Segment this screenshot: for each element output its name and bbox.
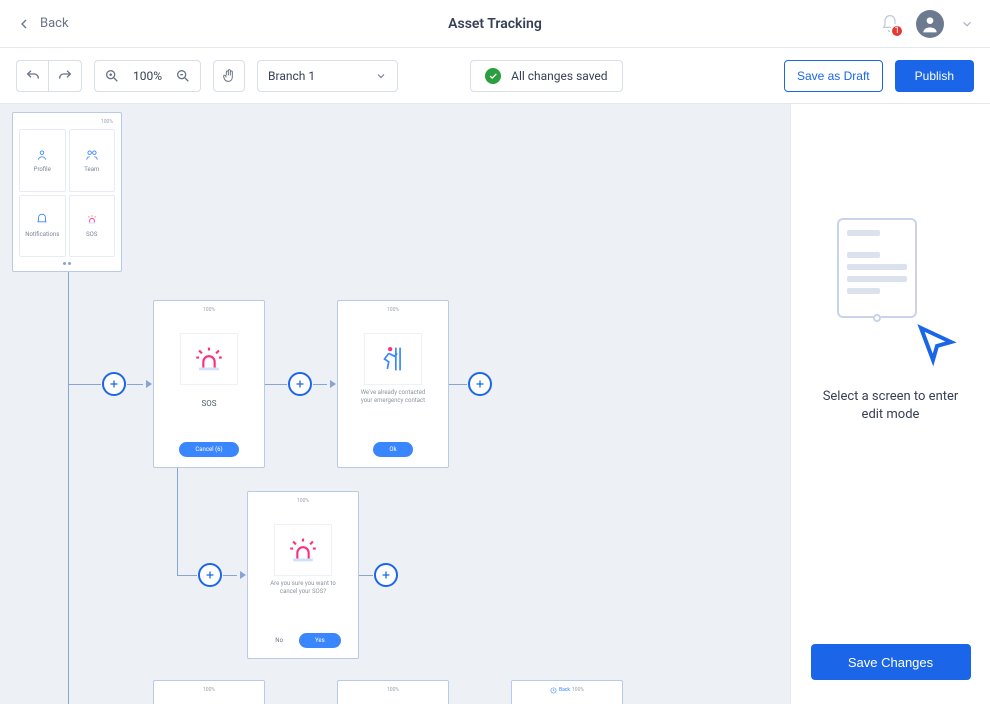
undo-redo-group	[16, 60, 82, 92]
add-node-button[interactable]	[374, 563, 398, 587]
toolbar: 100% Branch 1 All changes saved Save as …	[0, 48, 990, 104]
add-node-button[interactable]	[198, 563, 222, 587]
notification-badge: 1	[890, 24, 904, 38]
root-tile-sos: SOS	[69, 195, 116, 258]
page-title: Asset Tracking	[448, 16, 542, 32]
connector	[68, 272, 69, 384]
connector	[359, 575, 373, 576]
bell-icon	[35, 213, 49, 227]
save-status: All changes saved	[470, 60, 622, 92]
chevron-down-icon[interactable]	[960, 17, 974, 31]
back-label: Back	[40, 16, 69, 31]
phone-statusbar: 100%	[383, 305, 403, 315]
flow-node-confirm[interactable]: 100% Are you sure you want to cancel you…	[247, 491, 359, 659]
arrow-left-icon	[16, 16, 32, 32]
arrow-icon	[240, 571, 246, 579]
zoom-out-icon	[175, 68, 191, 84]
connector	[68, 384, 69, 704]
cancel-button: Cancel (6)	[179, 442, 238, 457]
phone-statusbar: 100%	[199, 305, 219, 315]
flow-node-sos[interactable]: 100% SOS Cancel (6)	[153, 300, 265, 468]
chevron-down-icon	[375, 70, 387, 82]
arrow-icon	[330, 380, 336, 388]
redo-icon	[57, 68, 73, 84]
phone-statusbar: 100%	[199, 685, 219, 695]
side-hint: Select a screen to enter edit mode	[823, 388, 959, 424]
undo-button[interactable]	[17, 61, 49, 91]
user-avatar[interactable]	[916, 10, 944, 38]
connector	[223, 575, 237, 576]
sos-illustration	[180, 333, 238, 385]
screen-text: We've already contacted your emergency c…	[361, 389, 426, 406]
save-draft-button[interactable]: Save as Draft	[784, 60, 883, 92]
flow-node-partial[interactable]: Back 100%	[511, 680, 623, 704]
zoom-control: 100%	[94, 60, 201, 92]
branch-label: Branch 1	[268, 69, 315, 83]
connector	[313, 384, 327, 385]
phone-statusbar: 100%	[293, 496, 313, 506]
check-circle-icon	[485, 68, 501, 84]
user-icon	[35, 148, 49, 162]
connector	[177, 575, 197, 576]
notifications-button[interactable]: 1	[880, 14, 900, 34]
connector	[127, 384, 143, 385]
branch-select[interactable]: Branch 1	[257, 60, 398, 92]
zoom-value: 100%	[129, 69, 166, 83]
screen-text: Are you sure you want to cancel your SOS…	[270, 580, 336, 597]
cursor-icon	[913, 320, 961, 368]
zoom-in-icon	[104, 68, 120, 84]
add-node-button[interactable]	[102, 372, 126, 396]
connector	[449, 384, 467, 385]
ok-button: Ok	[373, 442, 412, 457]
flow-node-contacted[interactable]: 100% We've already contacted your emerge…	[337, 300, 449, 468]
phone-statusbar: 100%	[17, 117, 117, 127]
pan-button[interactable]	[213, 60, 245, 92]
app-header: Back Asset Tracking 1	[0, 0, 990, 48]
siren-icon	[85, 213, 99, 227]
add-node-button[interactable]	[288, 372, 312, 396]
phone-statusbar: Back 100%	[546, 685, 588, 695]
connector	[68, 384, 101, 385]
arrow-icon	[146, 380, 152, 388]
side-panel: Select a screen to enter edit mode Save …	[790, 104, 990, 704]
running-illustration	[364, 333, 422, 385]
back-button[interactable]: Back	[16, 16, 69, 32]
zoom-out-button[interactable]	[172, 65, 194, 87]
screen-title: SOS	[201, 399, 216, 408]
select-screen-illustration	[831, 218, 951, 358]
hand-icon	[221, 68, 237, 84]
publish-button[interactable]: Publish	[895, 60, 974, 92]
root-tile-team: Team	[69, 129, 116, 192]
root-tile-profile: Profile	[19, 129, 66, 192]
no-button: No	[265, 633, 293, 648]
zoom-in-button[interactable]	[101, 65, 123, 87]
yes-button: Yes	[299, 633, 341, 648]
connector	[265, 384, 287, 385]
undo-icon	[25, 68, 41, 84]
save-status-text: All changes saved	[511, 69, 607, 83]
flow-canvas[interactable]: 100% Profile Team Notifications SOS	[0, 104, 790, 704]
add-node-button[interactable]	[468, 372, 492, 396]
flow-node-partial[interactable]: 100%	[337, 680, 449, 704]
save-changes-button[interactable]: Save Changes	[811, 644, 971, 680]
redo-button[interactable]	[49, 61, 81, 91]
root-tile-notifications: Notifications	[19, 195, 66, 258]
sos-illustration	[274, 524, 332, 576]
connector	[177, 468, 178, 575]
flow-node-partial[interactable]: 100%	[153, 680, 265, 704]
team-icon	[85, 148, 99, 162]
flow-node-root[interactable]: 100% Profile Team Notifications SOS	[12, 112, 122, 272]
phone-statusbar: 100%	[383, 685, 403, 695]
